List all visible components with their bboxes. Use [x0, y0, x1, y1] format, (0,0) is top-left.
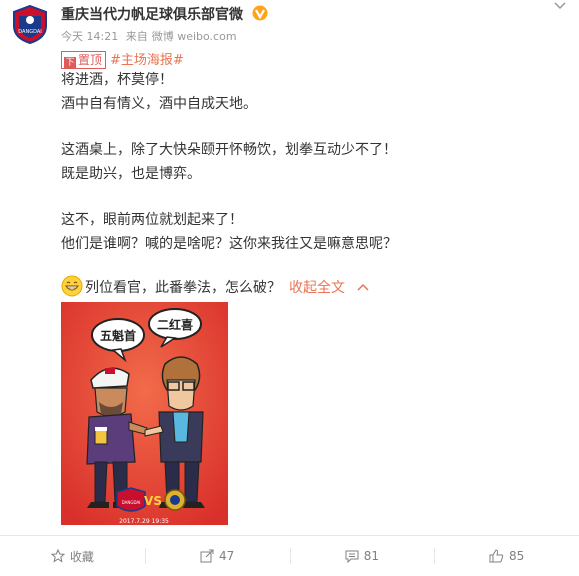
comment-count: 81 [363, 549, 380, 563]
topic-link[interactable]: #主场海报# [110, 53, 184, 68]
poster-image[interactable]: 五魁首 二红喜 DANGDAI VS 2017.7.29 19:35 [61, 302, 228, 525]
repost-button[interactable]: 47 [144, 536, 290, 576]
content-line-last: 列位看官，此番拳法，怎么破？ 收起全文 [61, 275, 369, 297]
bubble-left-text: 五魁首 [100, 328, 136, 343]
star-icon [50, 549, 65, 563]
like-count: 85 [508, 549, 525, 563]
avatar-text: DANGDAI [18, 29, 41, 35]
content-line: 酒中自有情义，酒中自成天地。 [61, 96, 257, 112]
source-prefix: 来自 [125, 30, 148, 43]
pin-topic-line: 下置顶 #主场海报# [61, 49, 184, 69]
collapse-full-text-link[interactable]: 收起全文 [289, 280, 345, 296]
repost-icon [200, 549, 214, 563]
verified-badge-icon [252, 5, 268, 21]
chevron-up-icon[interactable] [357, 283, 369, 291]
avatar[interactable]: DANGDAI [10, 4, 50, 44]
pinned-badge: 下置顶 [61, 51, 107, 69]
post-meta: 今天 14:21 来自 微博 weibo.com [61, 28, 241, 44]
thumbs-up-icon [489, 549, 504, 563]
comment-button[interactable]: 81 [289, 536, 435, 576]
author-name-row: 重庆当代力帆足球俱乐部官微 [61, 4, 268, 24]
post-source[interactable]: 微博 weibo.com [152, 30, 237, 43]
content-line: 他们是谁啊？喊的是啥呢？这你来我往又是嘛意思呢？ [61, 236, 397, 252]
comment-icon [345, 550, 359, 563]
bubble-right-text: 二红喜 [157, 317, 193, 332]
content-line: 这不，眼前两位就划起来了！ [61, 212, 243, 228]
content-line: 列位看官，此番拳法，怎么破？ [85, 280, 281, 296]
vs-text: VS [144, 494, 162, 508]
action-bar: 收藏 47 81 85 [0, 536, 579, 576]
post-time[interactable]: 今天 14:21 [61, 30, 118, 43]
author-name[interactable]: 重庆当代力帆足球俱乐部官微 [61, 7, 243, 23]
content-line: 这酒桌上，除了大快朵颐开怀畅饮，划拳互动少不了！ [61, 142, 397, 158]
grin-emoji-icon [61, 275, 83, 297]
pin-icon: 下 [64, 57, 76, 69]
content-line: 将进酒，杯莫停！ [61, 72, 173, 88]
match-date-text: 2017.7.29 19:35 [119, 518, 169, 525]
logo-left-text: DANGDAI [122, 500, 141, 505]
favorite-button[interactable]: 收藏 [0, 536, 145, 576]
like-button[interactable]: 85 [434, 536, 579, 576]
more-options-icon[interactable] [553, 0, 567, 14]
repost-count: 47 [218, 549, 235, 563]
favorite-label: 收藏 [69, 549, 94, 564]
content-line: 既是助兴，也是博弈。 [61, 166, 201, 182]
pinned-label: 置顶 [78, 53, 103, 67]
